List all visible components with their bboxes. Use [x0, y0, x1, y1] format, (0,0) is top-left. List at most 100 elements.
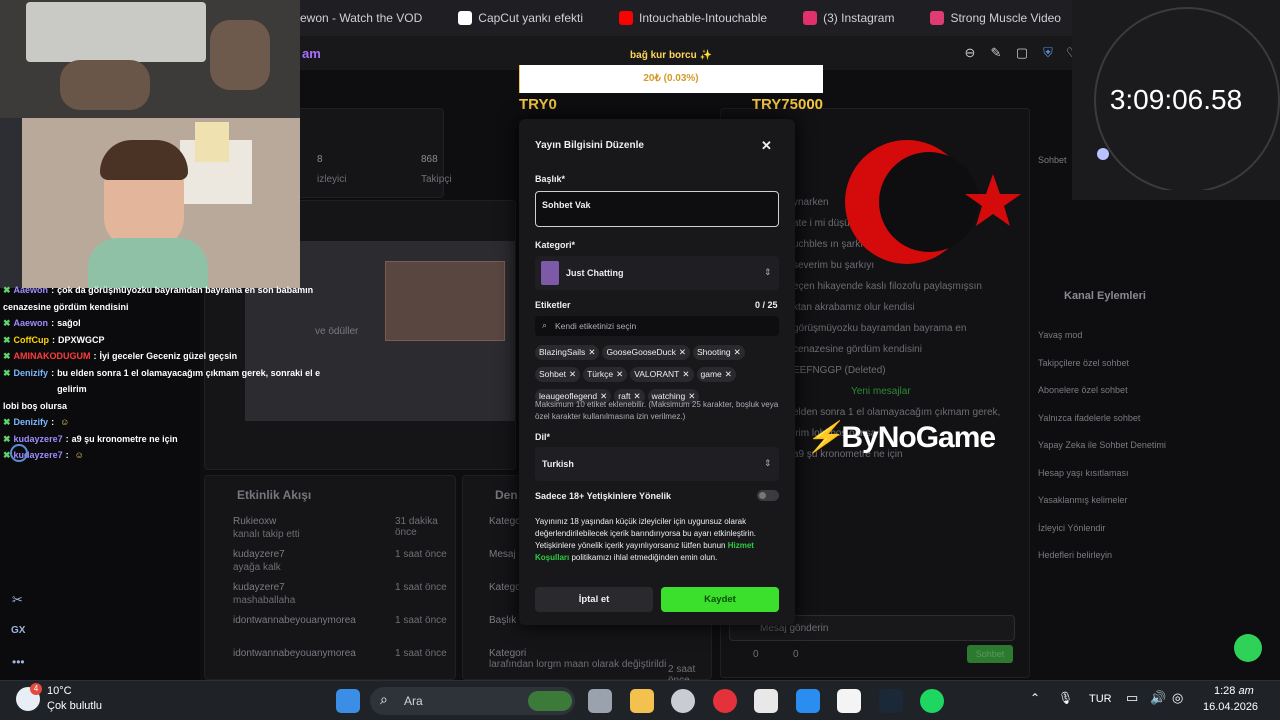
channel-action-item[interactable]: Yalnızca ifadelerle sohbet — [1038, 413, 1140, 423]
overlay-chat-message: ✖ Denizify: bu elden sonra 1 el olamayacağ… — [0, 365, 340, 398]
notion-icon[interactable] — [837, 689, 861, 713]
channel-action-item[interactable]: Hedefleri belirleyin — [1038, 550, 1112, 560]
cancel-button[interactable]: İptal et — [535, 587, 653, 612]
remove-tag-icon[interactable]: ✕ — [734, 347, 741, 357]
extension-icon[interactable]: ✂ — [12, 592, 23, 608]
floating-action-button[interactable] — [1234, 634, 1262, 662]
snapshot-icon[interactable]: ▢ — [1014, 45, 1030, 61]
browser-tab[interactable]: Strong Muscle Video — [912, 11, 1072, 25]
chat-message: eçen hikayende kaslı filozofu paylaşmışs… — [793, 281, 982, 292]
remove-tag-icon[interactable]: ✕ — [569, 369, 576, 379]
adult-toggle[interactable] — [757, 490, 779, 501]
remove-tag-icon[interactable]: ✕ — [682, 369, 689, 379]
remove-tag-icon[interactable]: ✕ — [679, 347, 686, 357]
zoom-out-icon[interactable]: ⊖ — [962, 45, 978, 61]
tag-chip[interactable]: Sohbet ✕ — [535, 367, 581, 382]
remove-tag-icon[interactable]: ✕ — [588, 347, 595, 357]
overlay-chat-text: bu elden sonra 1 el olamayacağım çıkmam … — [57, 367, 321, 395]
opera-gx-icon[interactable] — [712, 689, 737, 713]
donation-goal-widget: bağ kur borcu ✨ 20₺ (0.03%) TRY0 TRY7500… — [519, 50, 823, 115]
webcam-overlay — [0, 0, 300, 288]
browser-tab[interactable]: Intouchable-Intouchable — [601, 11, 785, 25]
follower-count: 868 — [421, 154, 438, 165]
tag-chip[interactable]: game ✕ — [696, 367, 736, 382]
channel-action-item[interactable]: Hesap yaşı kısıtlaması — [1038, 468, 1129, 478]
overlay-chat-message: ✖ kudayzere7: ☺ — [0, 447, 340, 464]
tag-chip[interactable]: Shooting ✕ — [693, 345, 745, 360]
check-app-icon[interactable] — [795, 689, 820, 713]
clock-time[interactable]: 1:28 am — [1214, 685, 1254, 697]
category-label: Kategori* — [535, 240, 576, 250]
channel-action-item[interactable]: Abonelere özel sohbet — [1038, 385, 1128, 395]
pin-icon[interactable]: ✎ — [988, 45, 1004, 61]
separator: : — [51, 417, 55, 427]
tag-chip[interactable]: BlazingSails ✕ — [535, 345, 600, 360]
page-title: am — [302, 46, 321, 61]
settings-icon[interactable] — [10, 444, 28, 462]
browser-sidebar: ✂ GX ••• — [0, 440, 36, 680]
file-explorer-icon[interactable] — [588, 689, 612, 713]
channel-action-item[interactable]: Yapay Zeka ile Sohbet Denetimi — [1038, 440, 1166, 450]
channel-action-item[interactable]: Yavaş mod — [1038, 330, 1082, 340]
remove-tag-icon[interactable]: ✕ — [725, 369, 732, 379]
browser-tab[interactable]: (3) Instagram — [785, 11, 912, 25]
tag-chip[interactable]: VALORANT ✕ — [630, 367, 694, 382]
chat-send-button[interactable]: Sohbet — [967, 645, 1013, 663]
category-select[interactable]: Just Chatting ⇕ — [535, 256, 779, 290]
keyboard — [26, 2, 206, 62]
chat-message: elden sonra 1 el olamayacağım çıkmam ger… — [793, 407, 1001, 418]
overlay-chat-message: ✖ Aaewon: çok da görüşmüyozku bayramdan ba… — [0, 282, 340, 299]
activity-title: Etkinlik Akışı — [237, 488, 312, 502]
event-type: Katego — [489, 582, 521, 593]
preview-thumbnail — [385, 261, 505, 341]
overlay-chat-user: Denizify — [13, 417, 49, 427]
donation-min: TRY0 — [519, 96, 557, 113]
capcut-icon[interactable] — [754, 689, 778, 713]
steam-icon[interactable] — [878, 689, 903, 713]
tags-search-input[interactable]: ⌕ Kendi etiketinizi seçin — [535, 316, 779, 336]
separator: : — [65, 433, 69, 444]
separator: : — [65, 450, 69, 460]
volume-icon[interactable]: 🔊 — [1150, 690, 1166, 706]
channel-action-item[interactable]: Takipçilere özel sohbet — [1038, 358, 1129, 368]
language-select[interactable]: Turkish ⇕ — [535, 447, 779, 481]
tag-label: GooseGooseDuck — [606, 347, 676, 357]
channel-action-item[interactable]: Yasaklanmış kelimeler — [1038, 495, 1127, 505]
display-icon[interactable]: ▭ — [1126, 690, 1138, 706]
remove-tag-icon[interactable]: ✕ — [616, 369, 623, 379]
activity-user: kudayzere7 — [233, 549, 285, 560]
close-icon[interactable]: ✕ — [761, 138, 772, 154]
title-input[interactable]: Sohbet Vak — [535, 191, 779, 227]
tag-label: Shooting — [697, 347, 731, 357]
browser-tab[interactable]: CapCut yankı efekti — [440, 11, 601, 25]
network-icon[interactable]: ◎ — [1172, 690, 1183, 706]
more-icon[interactable]: ••• — [12, 655, 25, 669]
keyboard-language[interactable]: TUR — [1089, 693, 1112, 705]
spotify-icon[interactable] — [920, 689, 944, 713]
gx-icon[interactable]: GX — [11, 625, 25, 636]
toggle-knob — [759, 492, 766, 499]
shield-icon[interactable]: ⛨ — [1040, 45, 1056, 61]
browser-icon[interactable] — [671, 689, 695, 713]
tray-chevron-icon[interactable]: ⌃ — [1030, 691, 1040, 705]
stream-chat-overlay: ✖ Aaewon: çok da görüşmüyozku bayramdan ba… — [0, 282, 340, 464]
tag-label: Türkçe — [587, 369, 614, 379]
channel-action-item[interactable]: İzleyici Yönlendir — [1038, 523, 1105, 533]
overlay-chat-text: İyi geceler Geceniz güzel geçsin — [99, 351, 238, 361]
overlay-chat-user: Aaewon — [13, 285, 49, 295]
chat-count-1: 0 — [753, 649, 759, 660]
tag-chip[interactable]: GooseGooseDuck ✕ — [602, 345, 691, 360]
tag-chip[interactable]: Türkçe ✕ — [583, 367, 628, 382]
save-button[interactable]: Kaydet — [661, 587, 779, 612]
right-header-tab: Sohbet — [1038, 155, 1067, 165]
taskbar-search[interactable]: ⌕ Ara — [370, 687, 575, 715]
overlay-chat-message: ✖ kudayzere7: a9 şu kronometre ne için — [0, 431, 340, 448]
folder-icon[interactable] — [629, 689, 654, 713]
browser-tab[interactable]: ewon - Watch the VOD — [300, 11, 440, 25]
capcut-favicon-icon — [458, 11, 473, 25]
chat-message: Yeni mesajlar — [851, 386, 911, 397]
follower-label: Takipçi — [421, 174, 452, 185]
microphone-icon[interactable]: 🎙 — [1058, 691, 1073, 705]
windows-start-icon[interactable] — [336, 689, 360, 713]
channel-actions-title-text: Kanal Eylemleri — [1064, 290, 1146, 302]
